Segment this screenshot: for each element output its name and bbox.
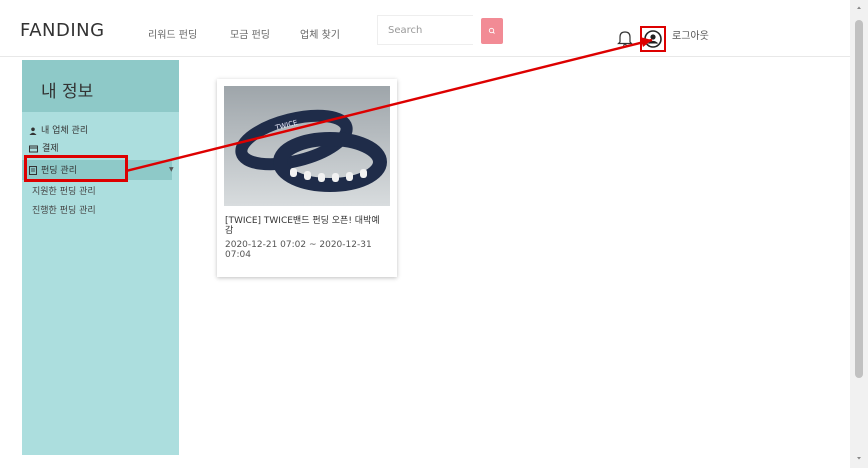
search-icon [488, 27, 495, 34]
profile-button[interactable] [640, 26, 666, 52]
card-icon [29, 145, 38, 152]
sidebar-title: 내 정보 [41, 82, 94, 102]
sidebar-item-my-company[interactable]: 내 업체 관리 [29, 123, 88, 136]
site-logo[interactable]: FANDING [20, 20, 105, 41]
sidebar-subitem-supported-funding[interactable]: 지원한 펀딩 관리 [32, 184, 96, 197]
funding-card[interactable]: TWICE [TWICE] TWICE밴드 펀딩 오픈! 대박예감 2020-1… [217, 79, 397, 277]
funding-card-period: 2020-12-21 07:02 ~ 2020-12-31 07:04 [225, 240, 372, 260]
nav-reward-funding[interactable]: 리워드 펀딩 [148, 26, 197, 41]
wristband-image: TWICE [224, 86, 390, 206]
sidebar-item-label: 내 업체 관리 [41, 126, 89, 136]
search-input[interactable] [377, 15, 473, 45]
bell-icon [617, 31, 633, 48]
nav-find-company[interactable]: 업체 찾기 [300, 26, 340, 41]
chevron-down-icon[interactable]: ▼ [169, 166, 174, 173]
user-icon [29, 127, 37, 135]
sidebar-item-label: 결제 [42, 144, 59, 154]
user-circle-icon [644, 30, 662, 48]
funding-card-title[interactable]: [TWICE] TWICE밴드 펀딩 오픈! 대박예감 [225, 216, 385, 236]
logout-link[interactable]: 로그아웃 [672, 27, 709, 42]
scroll-up-icon[interactable] [850, 2, 868, 14]
highlight-box-funding-management [24, 155, 128, 182]
vertical-scrollbar[interactable] [850, 0, 868, 468]
notification-button[interactable] [617, 28, 633, 52]
top-header: FANDING 리워드 펀딩 모금 펀딩 업체 찾기 로그아웃 [0, 0, 850, 57]
scroll-down-icon[interactable] [850, 452, 868, 464]
nav-donation-funding[interactable]: 모금 펀딩 [230, 26, 270, 41]
sidebar: 내 정보 내 업체 관리 결제 펀딩 관리 ▼ 지원한 펀딩 관리 진행한 펀딩… [22, 60, 179, 455]
search-button[interactable] [481, 18, 503, 44]
sidebar-item-payment[interactable]: 결제 [29, 141, 59, 154]
sidebar-subitem-hosted-funding[interactable]: 진행한 펀딩 관리 [32, 203, 96, 216]
scrollbar-thumb[interactable] [855, 20, 863, 378]
search-box [377, 15, 503, 45]
funding-card-image[interactable]: TWICE [224, 86, 390, 206]
